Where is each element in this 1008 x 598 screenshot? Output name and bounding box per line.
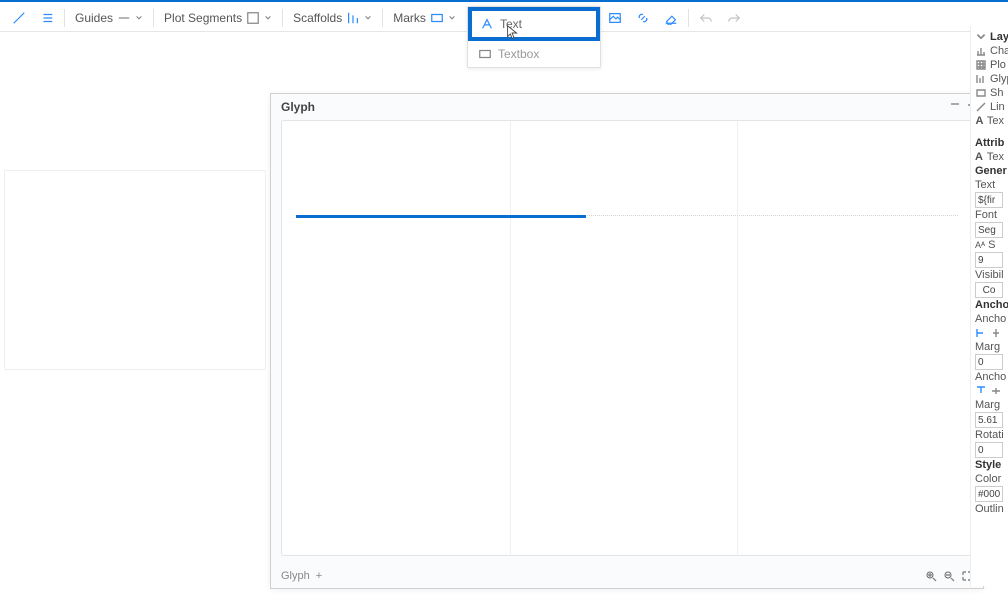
toolbar-separator xyxy=(282,9,283,27)
color-label: Color xyxy=(975,473,1001,485)
plot-segments-button[interactable]: Plot Segments xyxy=(158,7,278,29)
toolbar-separator xyxy=(64,9,65,27)
attributes-header: Attrib xyxy=(975,137,1004,149)
margin-y-input[interactable] xyxy=(975,412,1003,428)
style-section-header: Style xyxy=(975,459,1001,471)
plot-segments-label: Plot Segments xyxy=(164,11,242,25)
anchor-x-buttons[interactable] xyxy=(975,326,1004,340)
guides-button[interactable]: Guides xyxy=(69,7,149,29)
font-label: Font xyxy=(975,209,997,221)
attr-object-text[interactable]: ATex xyxy=(975,150,1004,164)
eraser-tool-button[interactable] xyxy=(658,7,684,29)
textbox-menu-label: Textbox xyxy=(498,47,539,61)
cursor-pointer-icon xyxy=(504,24,522,42)
text-a-icon: A xyxy=(975,151,984,163)
text-field-label: Text xyxy=(975,179,995,191)
layer-item-shape[interactable]: Sh xyxy=(975,86,1004,100)
toolbar-separator xyxy=(153,9,154,27)
glyph-panel-title: Glyph xyxy=(271,94,983,120)
window-top-accent xyxy=(0,0,1008,2)
toolbar-separator xyxy=(688,9,689,27)
layer-item-glyph[interactable]: Glyph xyxy=(975,72,1004,86)
margin-y-label: Marg xyxy=(975,399,1000,411)
font-size-input[interactable] xyxy=(975,252,1003,268)
layer-item-line[interactable]: Lin xyxy=(975,100,1004,114)
textbox-icon xyxy=(478,47,492,61)
font-size-icon: Aᴬ xyxy=(975,240,985,250)
glyph-bar-mark[interactable] xyxy=(296,215,586,218)
text-option-highlight: Text xyxy=(468,7,600,41)
anchor-section-header: Ancho xyxy=(975,299,1008,311)
font-style-label: S xyxy=(988,239,995,251)
color-input[interactable] xyxy=(975,486,1003,502)
scaffolds-label: Scaffolds xyxy=(293,11,342,25)
rotation-input[interactable] xyxy=(975,442,1003,458)
text-menu-item[interactable]: Text xyxy=(480,17,588,31)
scaffolds-button[interactable]: Scaffolds xyxy=(287,7,378,29)
layer-item-chart[interactable]: Chart xyxy=(975,44,1004,58)
redo-button[interactable] xyxy=(721,7,747,29)
visibility-button[interactable]: Co xyxy=(975,282,1003,298)
outline-label: Outlin xyxy=(975,503,1004,515)
margin-x-input[interactable] xyxy=(975,354,1003,370)
marks-button[interactable]: Marks xyxy=(387,7,462,29)
right-side-panels: Layers Chart Plo Glyph Sh Lin ATex Attri… xyxy=(970,26,1008,586)
general-section-header: Gener xyxy=(975,165,1007,177)
glyph-canvas[interactable] xyxy=(281,120,973,556)
rotation-label: Rotati xyxy=(975,429,1004,441)
link-tool-button[interactable] xyxy=(630,7,656,29)
chevron-down-icon[interactable] xyxy=(975,31,987,43)
text-marks-menu: Text Textbox xyxy=(467,6,601,68)
zoom-out-icon[interactable] xyxy=(943,570,955,582)
image-tool-button[interactable] xyxy=(602,7,628,29)
layer-item-plot[interactable]: Plo xyxy=(975,58,1004,72)
line-tool-button[interactable] xyxy=(6,7,32,29)
list-tool-button[interactable] xyxy=(34,7,60,29)
collapse-icon[interactable] xyxy=(949,98,961,110)
text-value-input[interactable] xyxy=(975,192,1003,208)
glyph-footer: Glyph + xyxy=(281,570,322,582)
anchor-y-buttons[interactable] xyxy=(975,384,1004,398)
layers-header: Layers xyxy=(990,31,1008,43)
visibility-label: Visibil xyxy=(975,269,1004,281)
textbox-menu-item[interactable]: Textbox xyxy=(468,41,600,67)
undo-button[interactable] xyxy=(693,7,719,29)
anchor-x-label: Ancho xyxy=(975,313,1006,325)
canvas-placeholder xyxy=(4,170,266,370)
margin-x-label: Marg xyxy=(975,341,1000,353)
toolbar-separator xyxy=(382,9,383,27)
text-a-icon xyxy=(480,17,494,31)
layer-item-text[interactable]: ATex xyxy=(975,114,1004,128)
zoom-in-icon[interactable] xyxy=(925,570,937,582)
anchor-y-label: Ancho xyxy=(975,371,1006,383)
marks-label: Marks xyxy=(393,11,426,25)
add-glyph-button[interactable]: + xyxy=(316,570,322,582)
guides-label: Guides xyxy=(75,11,113,25)
grid-line xyxy=(510,121,511,555)
glyph-chip-label[interactable]: Glyph xyxy=(281,570,310,582)
font-family-input[interactable] xyxy=(975,222,1003,238)
glyph-panel: Glyph Glyph + xyxy=(270,93,984,589)
text-a-icon: A xyxy=(975,115,984,127)
grid-line xyxy=(737,121,738,555)
